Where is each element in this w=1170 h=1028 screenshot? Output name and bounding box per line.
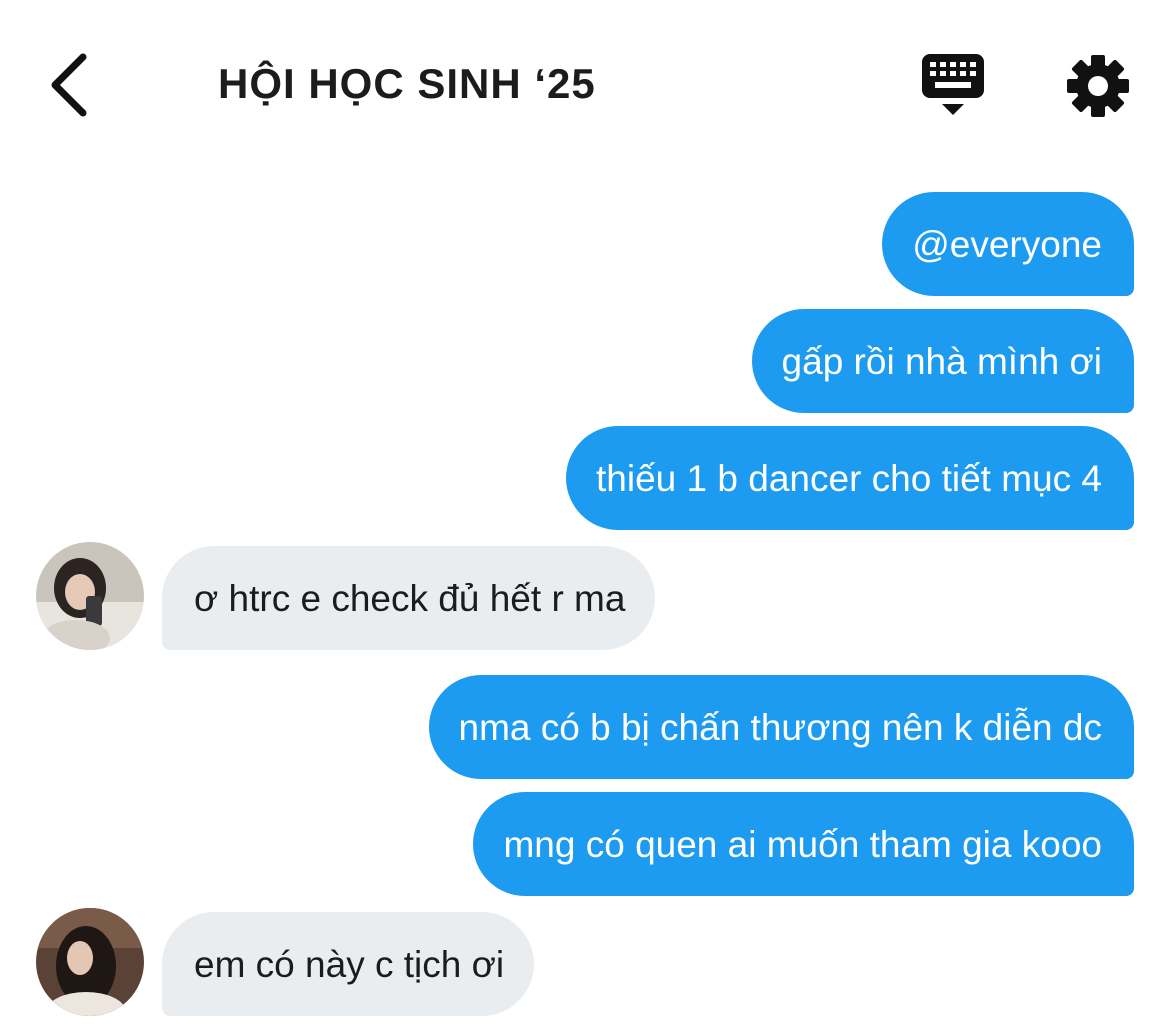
- message-text: em có này c tịch ơi: [194, 943, 505, 985]
- message-text: thiếu 1 b dancer cho tiết mục 4: [596, 457, 1102, 499]
- message-text: ơ htrc e check đủ hết r ma: [194, 577, 626, 619]
- settings-button[interactable]: [1064, 52, 1132, 120]
- message-text: mng có quen ai muốn tham gia kooo: [503, 823, 1102, 865]
- keyboard-button[interactable]: [918, 50, 990, 120]
- chevron-left-icon: [51, 53, 87, 117]
- keyboard-icon: [922, 54, 984, 115]
- message-text: gấp rồi nhà mình ơi: [781, 340, 1102, 382]
- gear-icon: [1067, 55, 1129, 117]
- page-title: HỘI HỌC SINH ‘25: [218, 60, 596, 107]
- message-bubble-outgoing[interactable]: gấp rồi nhà mình ơi: [751, 309, 1134, 413]
- message-text: @everyone: [912, 223, 1102, 265]
- message-bubble-incoming[interactable]: em có này c tịch ơi: [162, 912, 535, 1016]
- message-bubble-outgoing[interactable]: @everyone: [882, 192, 1134, 296]
- chat-screen: HỘI HỌC SINH ‘25 @everyone gấp rồi nhà m…: [0, 0, 1170, 1028]
- message-bubble-outgoing[interactable]: nma có b bị chấn thương nên k diễn dc: [428, 675, 1134, 779]
- message-bubble-outgoing[interactable]: thiếu 1 b dancer cho tiết mục 4: [566, 426, 1134, 530]
- message-bubble-incoming[interactable]: ơ htrc e check đủ hết r ma: [162, 546, 656, 650]
- back-button[interactable]: [34, 40, 104, 130]
- chat-header: HỘI HỌC SINH ‘25: [0, 0, 1170, 170]
- message-bubble-outgoing[interactable]: mng có quen ai muốn tham gia kooo: [473, 792, 1134, 896]
- message-text: nma có b bị chấn thương nên k diễn dc: [458, 706, 1103, 748]
- avatar[interactable]: [36, 908, 144, 1016]
- avatar[interactable]: [36, 542, 144, 650]
